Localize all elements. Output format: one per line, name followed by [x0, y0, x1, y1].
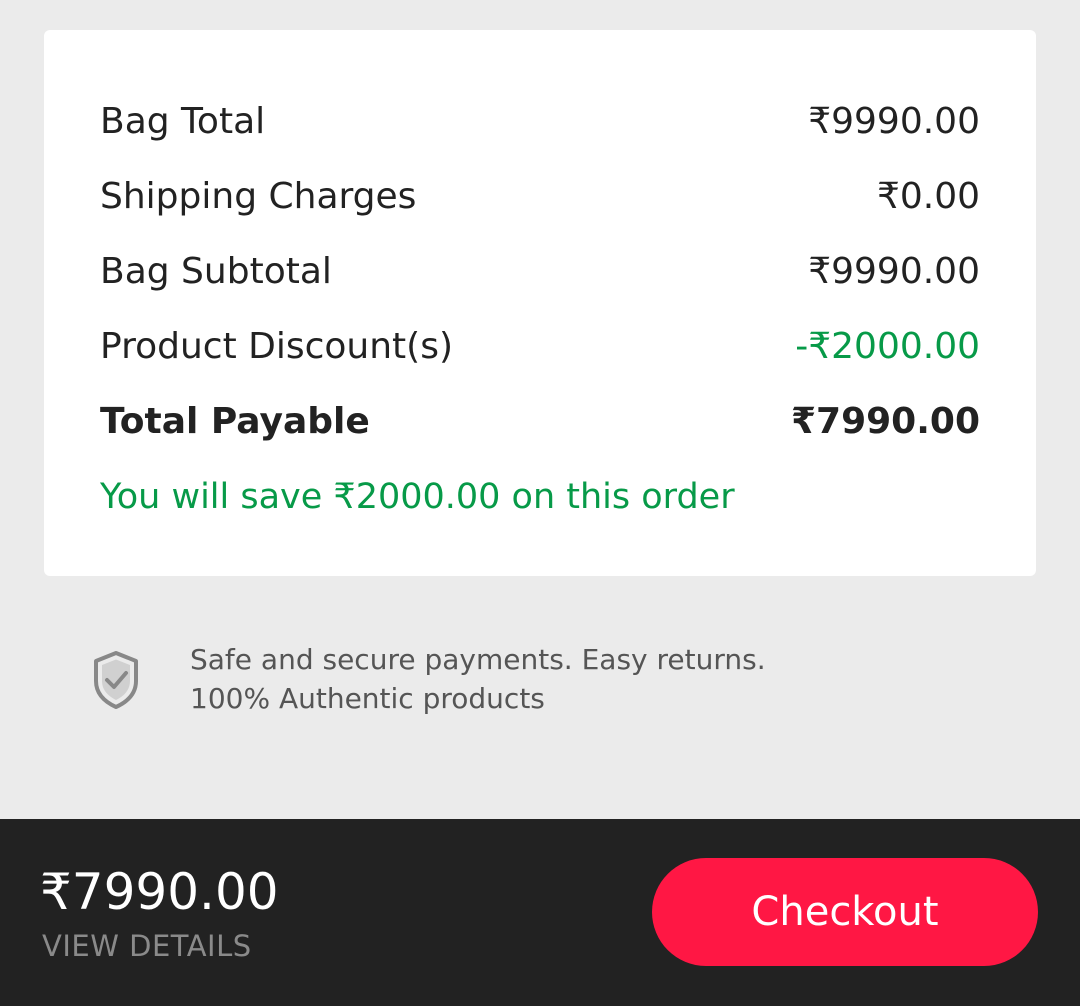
checkout-page: Bag Total ₹9990.00 Shipping Charges ₹0.0… — [0, 0, 1080, 1006]
bag-total-row: Bag Total ₹9990.00 — [100, 84, 980, 159]
footer-total-price: ₹7990.00 — [40, 863, 279, 921]
shield-check-icon — [94, 651, 138, 709]
bag-subtotal-value: ₹9990.00 — [808, 251, 980, 292]
bag-subtotal-row: Bag Subtotal ₹9990.00 — [100, 234, 980, 309]
total-payable-label: Total Payable — [100, 401, 370, 442]
checkout-button[interactable]: Checkout — [652, 858, 1038, 966]
trust-line-authentic: 100% Authentic products — [190, 682, 545, 715]
shipping-charges-row: Shipping Charges ₹0.00 — [100, 159, 980, 234]
bag-subtotal-label: Bag Subtotal — [100, 251, 332, 292]
total-payable-value: ₹7990.00 — [790, 401, 980, 442]
view-details-link[interactable]: VIEW DETAILS — [42, 929, 252, 963]
bag-total-label: Bag Total — [100, 101, 266, 142]
checkout-footer: ₹7990.00 VIEW DETAILS Checkout — [0, 819, 1080, 1006]
product-discount-label: Product Discount(s) — [100, 326, 454, 367]
shipping-charges-label: Shipping Charges — [100, 176, 417, 217]
trust-banner: Safe and secure payments. Easy returns. … — [92, 640, 766, 718]
trust-line-payments: Safe and secure payments. Easy returns. — [190, 643, 766, 676]
price-summary-card: Bag Total ₹9990.00 Shipping Charges ₹0.0… — [44, 30, 1036, 576]
bag-total-value: ₹9990.00 — [808, 101, 980, 142]
savings-message: You will save ₹2000.00 on this order — [100, 476, 735, 517]
shipping-charges-value: ₹0.00 — [876, 176, 980, 217]
product-discount-value: -₹2000.00 — [795, 326, 980, 367]
total-payable-row: Total Payable ₹7990.00 — [100, 384, 980, 459]
trust-text: Safe and secure payments. Easy returns. … — [190, 640, 766, 718]
product-discount-row: Product Discount(s) -₹2000.00 — [100, 309, 980, 384]
